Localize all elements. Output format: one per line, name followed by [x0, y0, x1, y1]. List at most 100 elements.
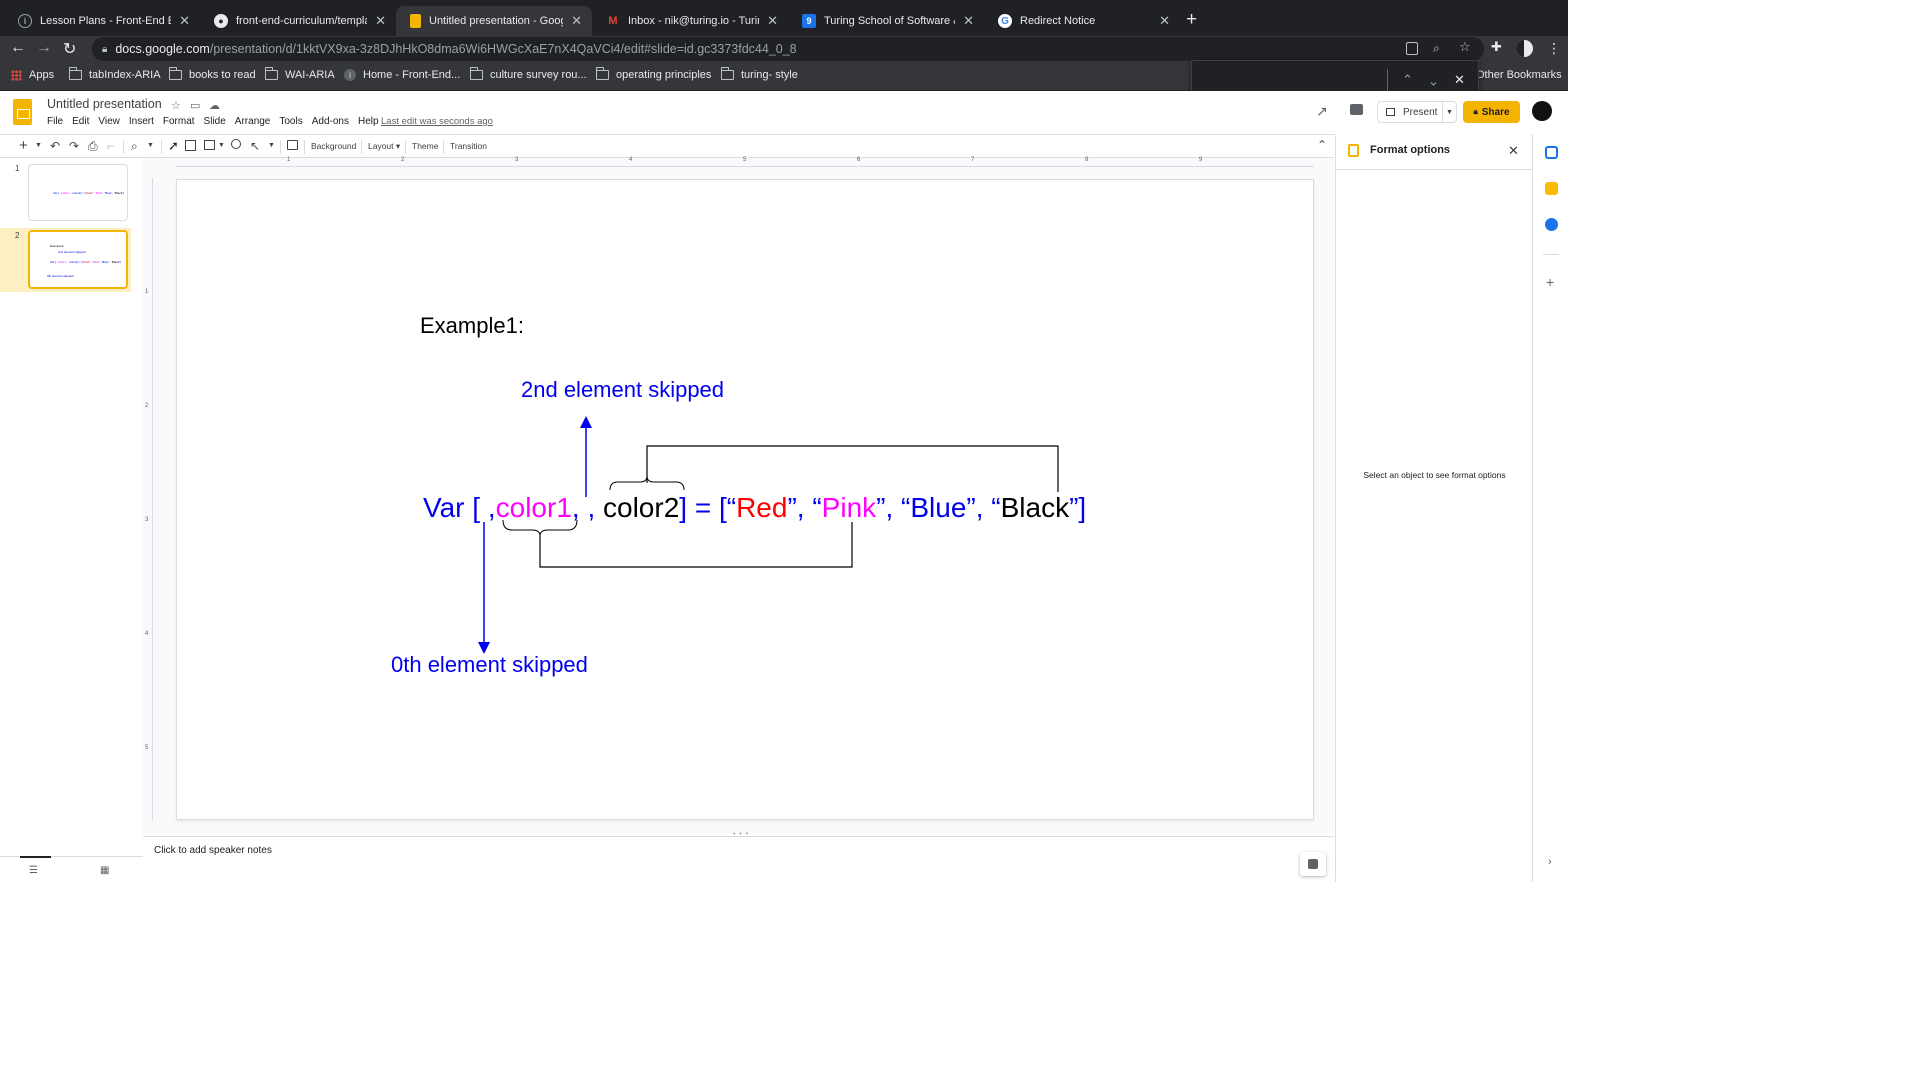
browser-tab-active[interactable]: Untitled presentation - Google ✕: [396, 6, 592, 36]
keep-icon[interactable]: [1545, 182, 1558, 195]
bookmark-item[interactable]: tabIndex-ARIA: [69, 67, 161, 81]
zoom-icon[interactable]: ⌕: [1433, 41, 1440, 56]
comment-history-icon[interactable]: [1350, 104, 1363, 115]
activity-dashboard-icon[interactable]: ↗: [1316, 103, 1328, 120]
chevron-down-icon[interactable]: ▼: [147, 142, 154, 149]
browser-tab[interactable]: M Inbox - nik@turing.io - Turing S ✕: [592, 6, 788, 36]
slide-thumbnail-selected[interactable]: Example1: 2nd element skipped Var [ ,col…: [28, 230, 128, 289]
close-tab-icon[interactable]: ✕: [963, 13, 974, 29]
close-icon[interactable]: ✕: [1454, 72, 1465, 88]
explore-button[interactable]: [1300, 852, 1326, 876]
move-folder-icon[interactable]: ▭: [190, 99, 200, 112]
select-cursor-icon[interactable]: ➚: [168, 138, 179, 154]
menu-slide[interactable]: Slide: [204, 116, 226, 127]
slide-thumbnail[interactable]: Var [ ,color1, , color2] = [“Red”, “Pink…: [28, 164, 128, 221]
slide-number: 1: [15, 164, 20, 173]
close-tab-icon[interactable]: ✕: [571, 13, 582, 29]
browser-tab[interactable]: 9 Turing School of Software & De ✕: [788, 6, 984, 36]
browser-tab[interactable]: ● front-end-curriculum/template ✕: [200, 6, 396, 36]
filmstrip-footer: ☰ ▦: [0, 856, 143, 882]
new-tab-icon[interactable]: +: [1186, 9, 1197, 31]
menu-tools[interactable]: Tools: [279, 116, 302, 127]
close-tab-icon[interactable]: ✕: [375, 13, 386, 29]
theme-button[interactable]: Theme: [412, 141, 438, 151]
address-bar[interactable]: 🔒︎ docs.google.com/presentation/d/1kktVX…: [92, 37, 1484, 61]
bookmark-star-icon[interactable]: ☆: [1459, 39, 1471, 55]
horizontal-ruler[interactable]: 1 2 3 4 5 6 7 8 9: [176, 157, 1314, 167]
menu-insert[interactable]: Insert: [129, 116, 154, 127]
back-icon[interactable]: ←: [10, 39, 26, 57]
line-icon[interactable]: ↖: [250, 139, 260, 153]
share-button[interactable]: 🔒︎ Share: [1463, 101, 1520, 123]
grid-view-icon[interactable]: ▦: [100, 865, 109, 876]
other-bookmarks[interactable]: Other Bookmarks: [1476, 69, 1562, 81]
slides-logo-icon[interactable]: [13, 99, 32, 125]
tasks-icon[interactable]: [1545, 218, 1558, 231]
add-addon-icon[interactable]: +: [1546, 274, 1554, 290]
menu-edit[interactable]: Edit: [72, 116, 89, 127]
paint-format-icon[interactable]: ⌐: [107, 139, 114, 153]
chevron-down-icon[interactable]: ▼: [218, 142, 225, 149]
menu-arrange[interactable]: Arrange: [235, 116, 271, 127]
folder-icon: [721, 67, 734, 80]
menu-view[interactable]: View: [98, 116, 120, 127]
document-title[interactable]: Untitled presentation: [47, 97, 162, 111]
bookmark-apps[interactable]: Apps: [11, 69, 54, 81]
ruler-mark: 4: [629, 157, 633, 163]
background-button[interactable]: Background: [311, 141, 356, 151]
undo-icon[interactable]: ↶: [50, 139, 60, 153]
menu-addons[interactable]: Add-ons: [312, 116, 349, 127]
vertical-ruler[interactable]: 1 2 3 4 5: [144, 178, 153, 821]
menu-file[interactable]: File: [47, 116, 63, 127]
zoom-icon[interactable]: ⌕: [131, 139, 138, 154]
star-icon[interactable]: ☆: [171, 99, 181, 112]
text-box-icon[interactable]: [185, 140, 196, 151]
chevron-down-icon[interactable]: ▼: [268, 142, 275, 149]
bookmark-item[interactable]: WAI-ARIA: [265, 67, 335, 81]
extensions-icon[interactable]: ✚: [1491, 39, 1502, 55]
bookmark-item[interactable]: culture survey rou...: [470, 67, 587, 81]
layout-button[interactable]: Layout ▾: [368, 141, 400, 152]
browser-tab[interactable]: G Redirect Notice ✕: [984, 6, 1180, 36]
last-edit-link[interactable]: Last edit was seconds ago: [381, 116, 493, 127]
code-line[interactable]: Var [ ,color1, , color2] = [“Red”, “Pink…: [423, 494, 1086, 522]
avatar[interactable]: [1516, 40, 1533, 57]
close-icon[interactable]: ✕: [1508, 143, 1519, 159]
speaker-notes[interactable]: Click to add speaker notes: [143, 836, 1334, 882]
new-slide-icon[interactable]: +: [19, 137, 28, 154]
avatar[interactable]: [1532, 101, 1552, 121]
code-token-color1: color1: [495, 492, 572, 523]
bookmark-item[interactable]: operating principles: [596, 67, 711, 81]
present-button[interactable]: Present ▼: [1377, 101, 1457, 123]
chevron-down-icon[interactable]: ▼: [1442, 102, 1456, 122]
close-tab-icon[interactable]: ✕: [1159, 13, 1170, 29]
image-icon[interactable]: [204, 140, 215, 150]
bookmark-item[interactable]: books to read: [169, 67, 256, 81]
collapse-toolbar-icon[interactable]: ⌃: [1317, 138, 1327, 152]
reload-icon[interactable]: ↻: [63, 39, 76, 59]
bookmark-item[interactable]: turing- style: [721, 67, 798, 81]
forward-icon[interactable]: →: [36, 39, 52, 57]
transition-button[interactable]: Transition: [450, 141, 487, 151]
chevron-right-icon[interactable]: ›: [1548, 856, 1552, 868]
find-previous-icon[interactable]: ⌃: [1402, 72, 1413, 88]
shape-icon[interactable]: [231, 139, 241, 149]
close-tab-icon[interactable]: ✕: [767, 13, 778, 29]
chrome-menu-icon[interactable]: ⋮: [1547, 40, 1561, 57]
menu-help[interactable]: Help: [358, 116, 379, 127]
print-icon[interactable]: ⎙: [88, 139, 98, 154]
label-zeroth-skipped[interactable]: 0th element skipped: [391, 652, 588, 678]
calendar-icon[interactable]: [1545, 146, 1558, 159]
filmstrip-view-icon[interactable]: ☰: [29, 865, 38, 876]
install-app-icon[interactable]: [1406, 42, 1418, 55]
find-next-icon[interactable]: ⌃: [1428, 72, 1439, 88]
chevron-down-icon[interactable]: ▼: [35, 142, 42, 149]
menu-format[interactable]: Format: [163, 116, 195, 127]
label-second-skipped[interactable]: 2nd element skipped: [521, 377, 724, 403]
redo-icon[interactable]: ↷: [69, 139, 79, 153]
slide-example-title[interactable]: Example1:: [420, 313, 524, 339]
bookmark-item[interactable]: i Home - Front-End...: [344, 69, 460, 81]
close-tab-icon[interactable]: ✕: [179, 13, 190, 29]
browser-tab[interactable]: i Lesson Plans - Front-End Engi ✕: [4, 6, 200, 36]
comment-add-icon[interactable]: [287, 140, 298, 150]
